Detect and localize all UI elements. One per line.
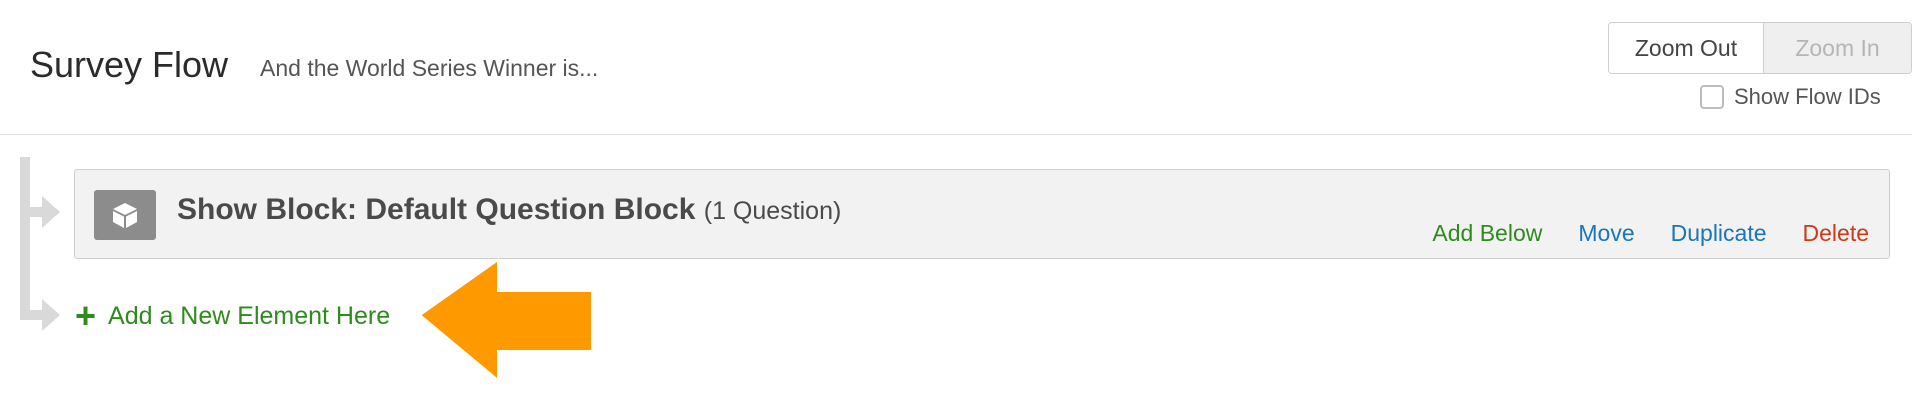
zoom-in-button[interactable]: Zoom In <box>1764 23 1911 73</box>
page-header: Survey Flow And the World Series Winner … <box>0 0 1912 135</box>
zoom-out-button[interactable]: Zoom Out <box>1609 23 1764 73</box>
duplicate-link[interactable]: Duplicate <box>1671 220 1767 247</box>
delete-link[interactable]: Delete <box>1803 220 1869 247</box>
add-new-element-link[interactable]: + Add a New Element Here <box>75 298 390 334</box>
cube-icon <box>94 190 156 240</box>
add-new-element-label: Add a New Element Here <box>108 301 391 330</box>
show-block[interactable]: Show Block: Default Question Block (1 Qu… <box>74 169 1890 259</box>
page-title: Survey Flow <box>30 44 229 85</box>
show-flow-ids-checkbox[interactable] <box>1700 85 1724 109</box>
block-title-text: Show Block: Default Question Block <box>177 193 696 226</box>
survey-name: And the World Series Winner is... <box>260 55 599 81</box>
plus-icon: + <box>75 295 97 336</box>
callout-arrow-icon <box>418 258 593 383</box>
move-link[interactable]: Move <box>1578 220 1634 247</box>
flow-connector-line <box>20 157 30 315</box>
show-flow-ids-toggle[interactable]: Show Flow IDs <box>1700 84 1881 110</box>
block-title: Show Block: Default Question Block (1 Qu… <box>177 193 841 227</box>
flow-connector-arrow <box>42 299 60 331</box>
add-below-link[interactable]: Add Below <box>1432 220 1542 247</box>
zoom-controls: Zoom Out Zoom In <box>1608 22 1912 74</box>
show-flow-ids-label: Show Flow IDs <box>1734 84 1881 109</box>
flow-connector-arrow <box>42 196 60 228</box>
block-actions: Add Below Move Duplicate Delete <box>1432 220 1869 247</box>
block-question-count: (1 Question) <box>703 197 842 225</box>
